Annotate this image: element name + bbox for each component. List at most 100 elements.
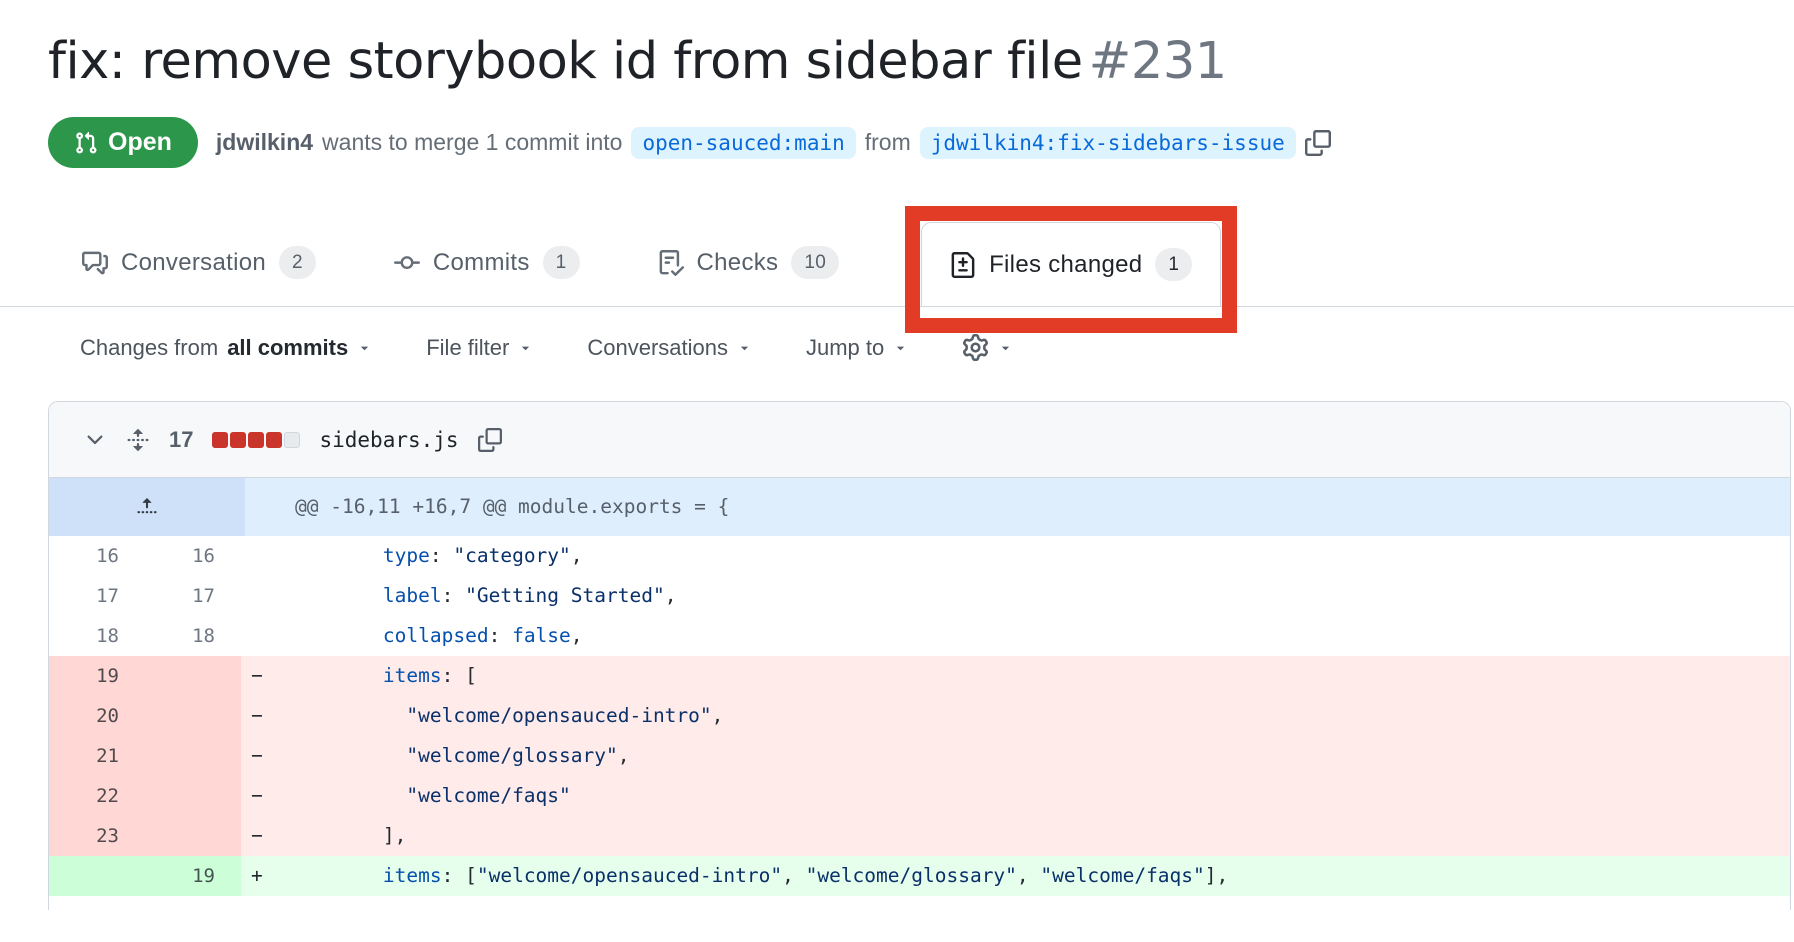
diff-sign	[241, 576, 289, 616]
old-line-number[interactable]: 20	[49, 696, 145, 736]
hunk-row: @@ -16,11 +16,7 @@ module.exports = {	[49, 478, 1790, 536]
code-token-plain	[289, 864, 383, 887]
new-line-number[interactable]	[145, 696, 241, 736]
tab-count-badge: 1	[543, 246, 580, 279]
file-diff-icon	[950, 252, 976, 278]
new-line-number[interactable]: 19	[145, 856, 241, 896]
code-token-plain	[289, 744, 406, 767]
file-name[interactable]: sidebars.js	[319, 428, 458, 452]
tab-checks[interactable]: Checks 10	[634, 226, 864, 306]
file-filter-dropdown[interactable]: File filter	[426, 335, 533, 361]
copy-branch-button[interactable]	[1305, 130, 1331, 156]
author-link[interactable]: jdwilkin4	[216, 129, 313, 156]
jump-to-label: Jump to	[806, 335, 884, 361]
code-token-plain: ,	[618, 744, 630, 767]
code-line: collapsed: false,	[289, 616, 1790, 656]
jump-to-dropdown[interactable]: Jump to	[806, 335, 908, 361]
diff-settings-button[interactable]	[962, 334, 1013, 361]
tab-label: Commits	[433, 249, 530, 277]
code-token-plain: ],	[383, 824, 406, 847]
hunk-header: @@ -16,11 +16,7 @@ module.exports = {	[245, 478, 1790, 536]
triangle-down-icon	[737, 340, 752, 355]
new-line-number[interactable]: 18	[145, 616, 241, 656]
diff-row: 19 − items: [	[49, 656, 1790, 696]
diffstat-deleted-block	[230, 432, 246, 448]
copy-file-path-button[interactable]	[478, 428, 502, 452]
file-changes-count: 17	[169, 427, 193, 453]
diff-toolbar: Changes from all commits File filter Con…	[80, 334, 1794, 361]
new-line-number[interactable]: 16	[145, 536, 241, 576]
conversations-dropdown[interactable]: Conversations	[587, 335, 752, 361]
pr-number: #231	[1089, 32, 1227, 91]
diff-sign: +	[241, 856, 289, 896]
code-line: items: ["welcome/opensauced-intro", "wel…	[289, 856, 1790, 896]
collapse-file-button[interactable]	[83, 428, 107, 452]
git-pull-request-icon	[74, 131, 98, 155]
files-changed-tab-wrap: Files changed 1	[921, 222, 1221, 306]
copy-icon	[478, 428, 502, 452]
code-token-string: "welcome/faqs"	[406, 784, 570, 807]
code-token-string: "welcome/opensauced-intro"	[477, 864, 782, 887]
code-line: "welcome/faqs"	[289, 776, 1790, 816]
code-token-string: "welcome/opensauced-intro"	[406, 704, 711, 727]
old-line-number[interactable]: 21	[49, 736, 145, 776]
old-line-number[interactable]: 19	[49, 656, 145, 696]
code-token-plain: :	[442, 584, 465, 607]
old-line-number[interactable]: 22	[49, 776, 145, 816]
diff-sign: −	[241, 816, 289, 856]
code-line: label: "Getting Started",	[289, 576, 1790, 616]
diffstat-deleted-block	[212, 432, 228, 448]
git-commit-icon	[394, 250, 420, 276]
old-line-number[interactable]: 18	[49, 616, 145, 656]
new-line-number[interactable]	[145, 656, 241, 696]
code-token-key: items	[383, 864, 442, 887]
changes-from-dropdown[interactable]: Changes from all commits	[80, 335, 372, 361]
diff-sign	[241, 536, 289, 576]
unfold-drag-handle-icon[interactable]	[126, 428, 150, 452]
new-line-number[interactable]	[145, 736, 241, 776]
tab-label: Checks	[697, 249, 779, 277]
new-line-number[interactable]	[145, 816, 241, 856]
triangle-down-icon	[893, 340, 908, 355]
code-line: "welcome/glossary",	[289, 736, 1790, 776]
old-line-number[interactable]: 17	[49, 576, 145, 616]
file-filter-label: File filter	[426, 335, 509, 361]
new-line-number[interactable]	[145, 776, 241, 816]
code-line: ],	[289, 816, 1790, 856]
diff-sign: −	[241, 736, 289, 776]
copy-icon	[1305, 130, 1331, 156]
head-branch-label[interactable]: jdwilkin4:fix-sidebars-issue	[920, 127, 1296, 159]
conversations-label: Conversations	[587, 335, 728, 361]
diffstat-neutral-block	[284, 432, 300, 448]
code-token-string: "welcome/faqs"	[1040, 864, 1204, 887]
diffstat-deleted-block	[266, 432, 282, 448]
code-token-plain	[289, 624, 383, 647]
code-token-plain	[289, 544, 383, 567]
old-line-number[interactable]	[49, 856, 145, 896]
diff-sign: −	[241, 656, 289, 696]
old-line-number[interactable]: 23	[49, 816, 145, 856]
old-line-number[interactable]: 16	[49, 536, 145, 576]
code-token-plain: ,	[1017, 864, 1040, 887]
expand-hunk-button[interactable]	[49, 478, 245, 536]
base-branch-label[interactable]: open-sauced:main	[631, 127, 855, 159]
tab-count-badge: 10	[791, 246, 839, 279]
diff-row: 22− "welcome/faqs"	[49, 776, 1790, 816]
tab-conversation[interactable]: Conversation 2	[58, 226, 340, 306]
code-token-plain	[289, 824, 383, 847]
code-token-key: type	[383, 544, 430, 567]
github-pr-files-changed-page: fix: remove storybook id from sidebar fi…	[0, 0, 1794, 942]
code-token-plain	[289, 584, 383, 607]
code-token-plain: : [	[442, 664, 477, 687]
tab-commits[interactable]: Commits 1	[370, 226, 604, 306]
pr-meta-row: Open jdwilkin4 wants to merge 1 commit i…	[48, 117, 1746, 168]
chevron-down-icon	[83, 428, 107, 452]
code-token-key: items	[383, 664, 442, 687]
new-line-number[interactable]: 17	[145, 576, 241, 616]
diff-rows: 1616 type: "category",1717 label: "Getti…	[49, 536, 1790, 896]
code-token-plain	[289, 704, 406, 727]
tab-label: Files changed	[989, 251, 1142, 279]
comment-discussion-icon	[82, 250, 108, 276]
tab-files-changed[interactable]: Files changed 1	[921, 222, 1221, 307]
fold-up-icon	[136, 496, 158, 518]
